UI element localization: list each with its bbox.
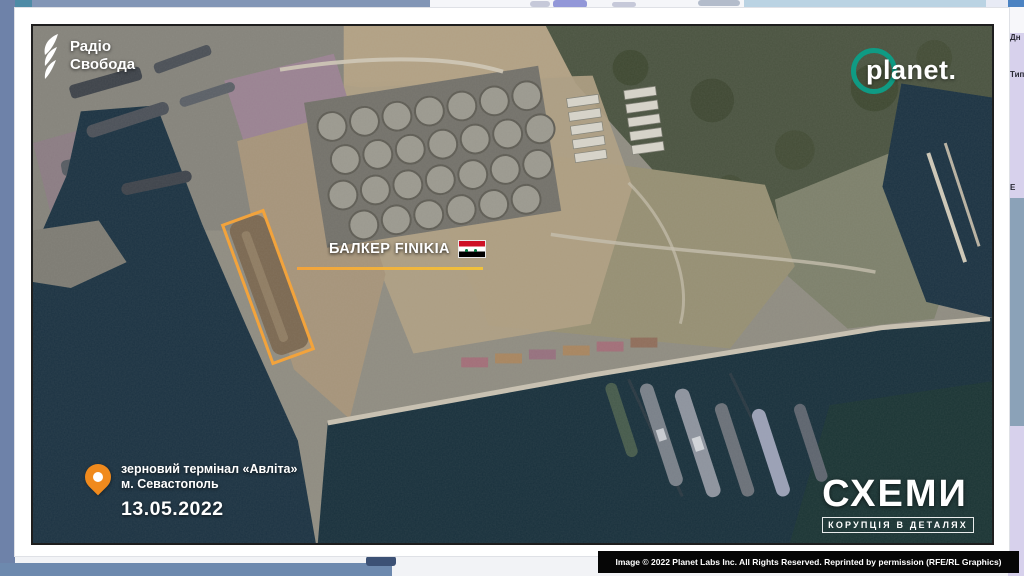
location-callout: зерновий термінал «Авліта» м. Севастопол… [85, 462, 297, 521]
bg-text-fragment: Е [1010, 183, 1024, 192]
skhemy-logo: СХЕМИ КОРУПЦІЯ В ДЕТАЛЯХ [822, 475, 974, 533]
radio-svoboda-bird-icon [37, 33, 63, 85]
planet-logo: planet. [851, 46, 994, 104]
bg-top-white-strip [430, 0, 744, 8]
bg-button-sliver[interactable] [530, 1, 550, 7]
bg-button-sliver[interactable] [612, 2, 636, 7]
rs-line2: Свобода [70, 56, 135, 74]
callout-line [297, 267, 483, 270]
ship-annotation: БАЛКЕР FINIKIA [329, 240, 486, 258]
location-line2: м. Севастополь [121, 477, 297, 492]
syria-flag-icon [458, 240, 486, 258]
location-date: 13.05.2022 [121, 498, 297, 521]
page-root: Дн Тип Е [0, 0, 1024, 576]
bg-right-white [1008, 7, 1024, 33]
bg-left-strip [0, 0, 15, 576]
location-text: зерновий термінал «Авліта» м. Севастопол… [121, 462, 297, 521]
bg-button-sliver[interactable] [698, 0, 740, 6]
location-line1: зерновий термінал «Авліта» [121, 462, 297, 477]
bg-text-fragment: Тип [1010, 70, 1024, 79]
bg-button-sliver[interactable] [553, 0, 587, 8]
graphic-card: Радіо Свобода planet. БАЛКЕР FINIKIA [15, 8, 1009, 556]
flag-stars [465, 249, 469, 253]
bg-bottom-notch [366, 556, 396, 566]
map-pin-icon [80, 459, 117, 496]
bg-top-right-strip [744, 0, 986, 8]
bg-right-blip [1008, 0, 1024, 7]
bg-top-teal-segment [15, 0, 32, 8]
image-credit-bar: Image © 2022 Planet Labs Inc. All Rights… [598, 551, 1019, 573]
radio-svoboda-logo: Радіо Свобода [37, 33, 135, 85]
satellite-photo: Радіо Свобода planet. БАЛКЕР FINIKIA [31, 24, 994, 545]
rs-line1: Радіо [70, 38, 135, 56]
bg-bottom-bar [0, 563, 392, 576]
bg-text-fragment: Дн [1010, 33, 1024, 42]
bg-map-sliver [1008, 198, 1024, 426]
bg-top-bar [32, 0, 430, 8]
skhemy-title: СХЕМИ [822, 475, 974, 513]
ship-label: БАЛКЕР FINIKIA [329, 241, 450, 257]
radio-svoboda-wordmark: Радіо Свобода [70, 33, 135, 74]
planet-wordmark: planet. [866, 55, 957, 86]
skhemy-subtitle: КОРУПЦІЯ В ДЕТАЛЯХ [822, 517, 974, 533]
